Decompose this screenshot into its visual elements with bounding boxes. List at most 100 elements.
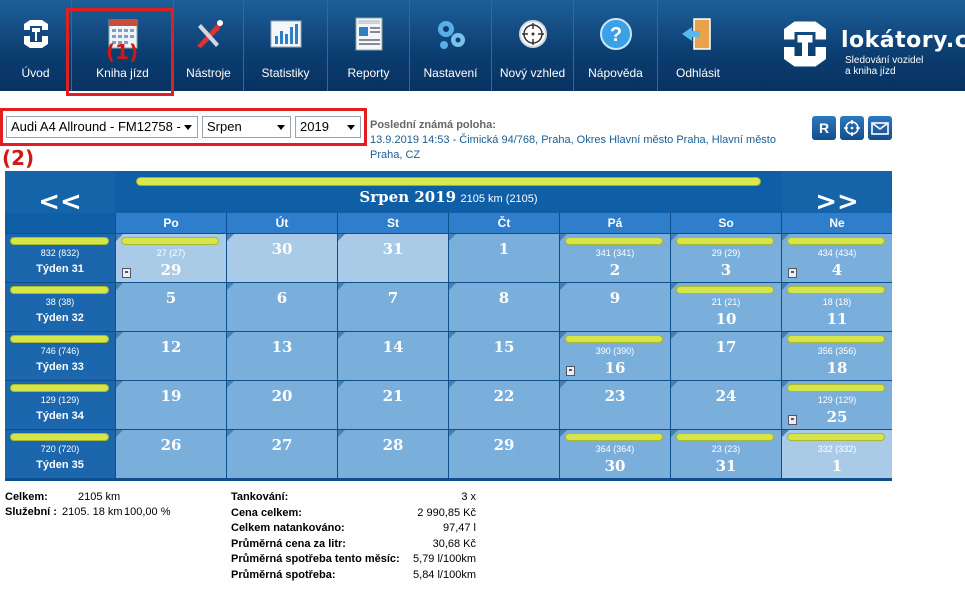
annotation-label-1: (1) [106, 40, 139, 64]
month-select[interactable]: Srpen [202, 116, 291, 138]
year-select[interactable]: 2019 [295, 116, 361, 138]
calendar-day-cell[interactable]: 20 [227, 381, 337, 429]
calendar-day-cell[interactable]: 8 [449, 283, 559, 331]
day-header: Po [116, 213, 226, 233]
day-distance-bar [787, 433, 885, 441]
day-distance-bar [565, 433, 663, 441]
fuel-summary-label: Průměrná spotřeba tento měsíc: [231, 553, 400, 565]
calendar-day-cell[interactable]: 17 [671, 332, 781, 380]
fuel-summary-row: Průměrná cena za litr: 30,68 Kč [231, 538, 476, 553]
calendar-day-cell[interactable]: 23 [560, 381, 670, 429]
calendar-day-cell[interactable]: 21 [338, 381, 448, 429]
fuel-summary-label: Průměrná cena za litr: [231, 537, 346, 550]
week-summary-cell[interactable]: 129 (129) Týden 34 [5, 381, 115, 429]
calendar-day-cell[interactable]: 23 (23) 31 [671, 430, 781, 478]
day-distance-bar [787, 335, 885, 343]
day-header: St [338, 213, 448, 233]
nav-reports[interactable]: Reporty [328, 0, 410, 91]
nav-label: Nápověda [588, 66, 643, 80]
calendar-day-cell[interactable]: 26 [116, 430, 226, 478]
help-icon: ? [599, 18, 632, 50]
target-icon [844, 120, 860, 136]
locate-button[interactable] [840, 116, 864, 140]
next-month-button[interactable]: >> [782, 171, 892, 217]
day-number: 25 [826, 408, 848, 426]
mail-button[interactable] [868, 116, 892, 140]
calendar-day-cell[interactable]: 332 (332) 1 [782, 430, 892, 478]
week-summary-cell[interactable]: 746 (746) Týden 33 [5, 332, 115, 380]
calendar-day-cell[interactable]: 24 [671, 381, 781, 429]
vehicle-select[interactable]: Audi A4 Allround - FM12758 - [6, 116, 198, 138]
nav-logout[interactable]: Odhlásit [658, 0, 738, 91]
calendar-day-cell[interactable]: 5 [116, 283, 226, 331]
day-number: 17 [715, 338, 737, 356]
nav-label: Reporty [347, 66, 390, 80]
last-position-text[interactable]: 13.9.2019 14:53 - Čimická 94/768, Praha,… [370, 134, 776, 161]
week-summary-cell[interactable]: 38 (38) Týden 32 [5, 283, 115, 331]
brand-logo[interactable]: lokátory.cz Sledování vozidel a kniha jí… [775, 12, 965, 82]
calendar-day-cell[interactable]: 12 [116, 332, 226, 380]
week-km: 832 (832) [40, 248, 80, 258]
month-distance-bar [136, 177, 761, 186]
day-km: 21 (21) [711, 297, 741, 307]
calendar-day-cell[interactable]: 7 [338, 283, 448, 331]
calendar-day-cell[interactable]: 22 [449, 381, 559, 429]
fuel-summary-value: 5,84 l/100km [413, 568, 476, 581]
day-km: 18 (18) [822, 297, 852, 307]
prev-month-button[interactable]: << [5, 171, 115, 217]
day-header: So [671, 213, 781, 233]
calendar-day-cell[interactable]: 15 [449, 332, 559, 380]
calendar-day-cell[interactable]: 19 [116, 381, 226, 429]
calendar-day-cell[interactable]: 1 [449, 234, 559, 282]
calendar-day-cell[interactable]: 30 [227, 234, 337, 282]
calendar-day-cell[interactable]: 390 (390) 16 [560, 332, 670, 380]
week-summary-cell[interactable]: 832 (832) Týden 31 [5, 234, 115, 282]
calendar-day-cell[interactable]: 29 (29) 3 [671, 234, 781, 282]
brand-tagline-line: Sledování vozidel [845, 55, 924, 66]
week-summary-cell[interactable]: 720 (720) Týden 35 [5, 430, 115, 478]
nav-settings[interactable]: Nastavení [410, 0, 492, 91]
total-label: Celkem: [5, 491, 48, 503]
calendar-day-cell[interactable]: 31 [338, 234, 448, 282]
week-label: Týden 31 [36, 263, 84, 275]
calendar-day-cell[interactable]: 13 [227, 332, 337, 380]
calendar-day-cell[interactable]: 18 (18) 11 [782, 283, 892, 331]
app-root: Úvod Kniha jízd Nástroje Statistiky Repo… [0, 0, 965, 610]
nav-home[interactable]: Úvod [0, 0, 72, 91]
nav-statistics[interactable]: Statistiky [244, 0, 328, 91]
day-header: Čt [449, 213, 559, 233]
day-distance-bar [787, 237, 885, 245]
svg-text:?: ? [609, 24, 621, 46]
nav-help[interactable]: ? Nápověda [574, 0, 658, 91]
fuel-summary-row: Cena celkem: 2 990,85 Kč [231, 507, 476, 522]
day-number: 22 [493, 387, 515, 405]
calendar-day-cell[interactable]: 29 [449, 430, 559, 478]
fuel-summary-row: Celkem natankováno: 97,47 l [231, 522, 476, 537]
day-number: 18 [826, 359, 848, 377]
day-km: 129 (129) [817, 395, 857, 405]
calendar-day-cell[interactable]: 341 (341) 2 [560, 234, 670, 282]
day-distance-bar [565, 335, 663, 343]
calendar-day-cell[interactable]: 9 [560, 283, 670, 331]
calendar-day-cell[interactable]: 364 (364) 30 [560, 430, 670, 478]
calendar-day-cell[interactable]: 27 (27) 29 [116, 234, 226, 282]
calendar-day-cell[interactable]: 27 [227, 430, 337, 478]
nav-tools[interactable]: Nástroje [174, 0, 244, 91]
calendar-day-cell[interactable]: 6 [227, 283, 337, 331]
day-km: 332 (332) [817, 444, 857, 454]
calendar-day-cell[interactable]: 434 (434) 4 [782, 234, 892, 282]
day-number: 1 [831, 457, 843, 475]
calendar-day-cell[interactable]: 21 (21) 10 [671, 283, 781, 331]
calendar-day-cell[interactable]: 356 (356) 18 [782, 332, 892, 380]
month-title-row: Srpen 2019 2105 km (2105) [116, 188, 781, 207]
day-number: 19 [160, 387, 182, 405]
calendar-day-cell[interactable]: 28 [338, 430, 448, 478]
r-button[interactable]: R [812, 116, 836, 140]
calendar-day-cell[interactable]: 14 [338, 332, 448, 380]
logo-home-icon [23, 20, 48, 48]
week-km: 129 (129) [40, 395, 80, 405]
nav-new-look[interactable]: Nový vzhled [492, 0, 574, 91]
calendar-day-cell[interactable]: 129 (129) 25 [782, 381, 892, 429]
brand-tagline: Sledování vozidel a kniha jízd [845, 55, 955, 77]
tools-icon [196, 20, 223, 48]
